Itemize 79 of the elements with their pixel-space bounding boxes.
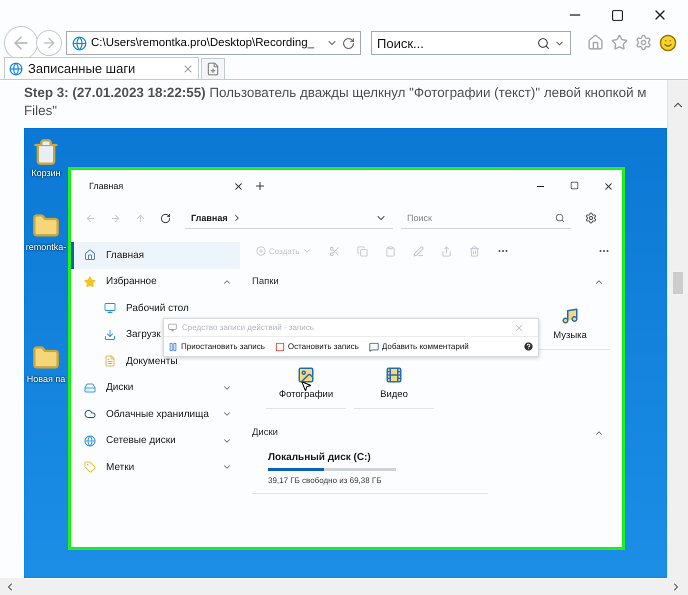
star-icon (84, 276, 96, 288)
sidebar-item[interactable]: Избранное (71, 268, 240, 295)
refresh-icon[interactable] (342, 36, 355, 50)
explorer-tab[interactable]: Главная (89, 181, 124, 191)
recorder-button[interactable]: Добавить комментарий (368, 342, 469, 352)
sidebar-item[interactable]: Облачные хранилища (71, 401, 240, 428)
search-placeholder: Поиск... (377, 36, 425, 50)
forward-arrow-icon (41, 35, 57, 51)
desktop-icon-label: remontka- (26, 242, 66, 252)
monitor-icon (104, 302, 116, 314)
search-icon (537, 36, 550, 50)
horizontal-scrollbar[interactable] (0, 578, 688, 595)
help-icon[interactable] (523, 341, 534, 352)
search-field[interactable]: Поиск... (371, 31, 571, 55)
globe-icon (84, 434, 96, 447)
sidebar-label: Избранное (106, 276, 158, 288)
step-text: Step 3: (27.01.2023 18:22:55) Пользователь дважды щелкнул "Фотографии (текст)" левой кнопкой м (24, 84, 648, 102)
section-title: Диски (252, 427, 278, 438)
sidebar-label: Облачные хранилища (106, 408, 210, 420)
sidebar-label: Сетевые диски (106, 435, 177, 446)
browser-tab[interactable]: Записанные шаги (4, 57, 199, 79)
sidebar-label: Рабочий стол (126, 302, 190, 314)
settings-icon[interactable] (585, 212, 597, 224)
close-icon[interactable] (603, 180, 614, 192)
mouse-cursor-icon (300, 380, 312, 392)
home-icon (84, 249, 96, 262)
sidebar-item[interactable]: Рабочий стол (71, 295, 240, 322)
maximize-icon[interactable] (611, 8, 624, 22)
photo-folder-icon (297, 366, 315, 384)
folder-tile[interactable]: Видео (354, 358, 434, 409)
recorder-button[interactable]: Приостановить запись (168, 342, 265, 352)
desktop-icon-label: Корзин (31, 168, 61, 178)
vertical-scrollbar[interactable] (667, 80, 688, 578)
globe-icon (72, 36, 87, 50)
video-folder-icon (385, 366, 403, 384)
stop-icon (274, 342, 285, 352)
new-tab-button[interactable] (201, 58, 225, 79)
drive-icon (84, 382, 96, 394)
new-tab-icon[interactable] (254, 180, 266, 192)
smiley-icon[interactable] (659, 34, 677, 52)
sidebar-label: Загрузк (126, 329, 162, 340)
clipboard-icon[interactable] (385, 246, 396, 256)
download-icon (104, 328, 116, 341)
sidebar-item[interactable]: Диски (71, 374, 240, 401)
drive-free-space: 39,17 ГБ свободно из 69,38 ГБ (268, 476, 382, 485)
sidebar-item[interactable]: Главная (71, 242, 240, 268)
maximize-icon[interactable] (570, 180, 579, 190)
recycle-bin-icon[interactable] (32, 138, 60, 166)
refresh-icon[interactable] (160, 212, 171, 224)
new-page-icon (206, 62, 220, 76)
step-text: Files" (24, 102, 58, 120)
plus-icon (256, 246, 266, 256)
tag-icon (84, 461, 96, 474)
pause-icon (168, 342, 178, 352)
recorder-icon (168, 323, 177, 332)
recorder-title: Средство записи действий - запись (182, 323, 315, 332)
cloud-icon (84, 408, 96, 420)
search-icon (555, 212, 565, 222)
address-field[interactable]: C:\Users\remontka.pro\Desktop\Recording_ (66, 31, 361, 55)
desktop-icon-label: Новая па (26, 374, 66, 384)
tab-label: Записанные шаги (28, 61, 136, 76)
document-icon (104, 355, 116, 368)
sidebar-label: Документы (126, 356, 179, 367)
sidebar-item[interactable]: Сетевые диски (71, 428, 240, 454)
music-folder-icon (561, 307, 579, 325)
sidebar-item[interactable]: Метки (71, 454, 240, 480)
address-text: C:\Users\remontka.pro\Desktop\Recording_ (91, 37, 316, 49)
scroll-thumb[interactable] (673, 272, 683, 294)
section-title: Папки (252, 276, 279, 287)
folder-tile[interactable]: Фотографии (266, 358, 346, 409)
globe-icon (9, 62, 23, 76)
recorder-button[interactable]: Остановить запись (274, 342, 359, 352)
sidebar-label: Главная (106, 250, 146, 261)
address-bar[interactable]: Главная (185, 207, 393, 229)
sidebar-label: Диски (106, 382, 134, 394)
sidebar-label: Метки (106, 462, 136, 473)
drive-name: Локальный диск (C:) (268, 452, 372, 463)
close-icon[interactable] (233, 180, 244, 192)
comment-icon (368, 342, 379, 352)
